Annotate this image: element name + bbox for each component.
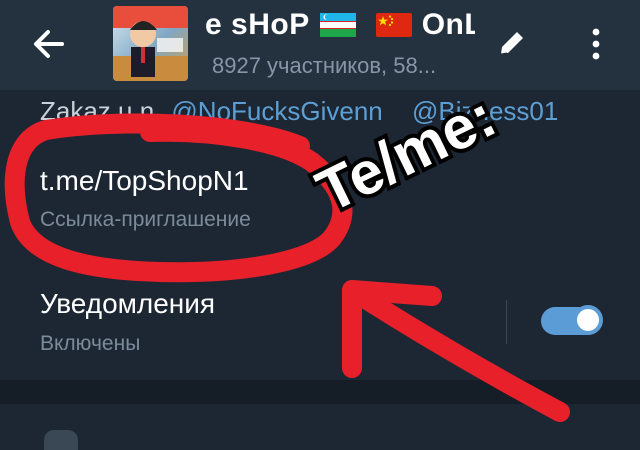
- red-circle-annotation: [4, 113, 353, 283]
- red-arrow-annotation: [342, 280, 570, 422]
- red-annotation-overlay: [4, 113, 570, 422]
